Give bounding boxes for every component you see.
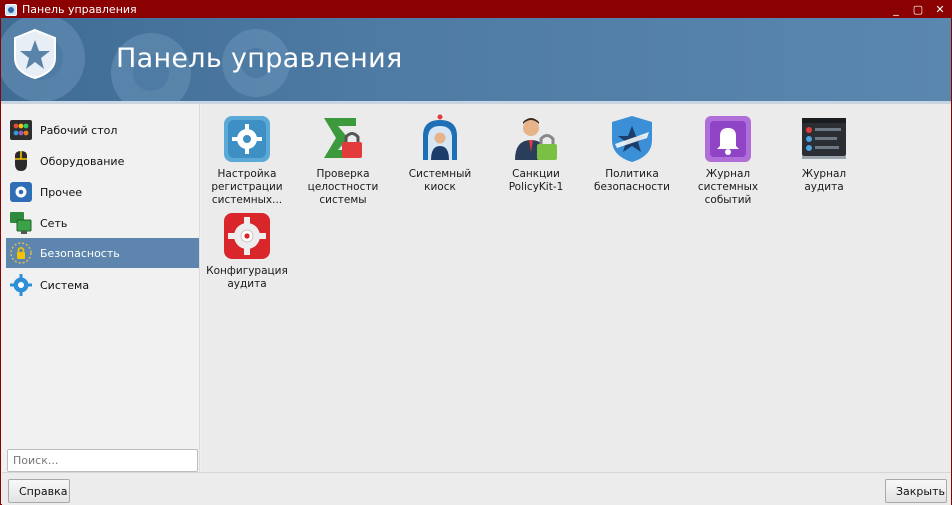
event-registration-gear-icon [224, 116, 270, 162]
maximize-button[interactable]: ▢ [907, 1, 929, 18]
applet-event-registration[interactable]: Настройка регистрации системных... [204, 104, 290, 207]
kiosk-icon [423, 114, 457, 160]
security-policy-shield-icon [612, 116, 652, 162]
applet-label: Журнал аудита [801, 168, 847, 193]
close-button[interactable]: Закрыть [885, 479, 947, 503]
applet-security-policy[interactable]: Политика безопасности [589, 104, 675, 194]
close-window-button[interactable]: ✕ [929, 1, 951, 18]
sidebar-item-label: Безопасность [40, 246, 120, 260]
applet-label: Проверка целостности системы [307, 168, 379, 206]
integrity-check-icon [324, 118, 362, 158]
app-icon [5, 3, 17, 16]
sidebar-item-label: Система [40, 278, 90, 292]
window-title: Панель управления [22, 3, 137, 16]
sidebar-item-desktop[interactable]: Рабочий стол [6, 115, 199, 145]
gear-box-icon [10, 182, 32, 202]
control-panel-window: Панель управления _ ▢ ✕ Панель управлени… [0, 0, 952, 505]
network-icon [10, 212, 32, 234]
applet-label: Политика безопасности [593, 168, 671, 193]
applet-label: Журнал системных событий [697, 168, 759, 206]
policykit-user-lock-icon [515, 118, 557, 160]
applet-system-events-log[interactable]: Журнал системных событий [685, 104, 771, 207]
applet-label: Санкции PolicyKit-1 [508, 168, 564, 193]
bottom-bar: Справка Закрыть [2, 472, 951, 505]
desktop-icon [10, 120, 32, 140]
sidebar-item-security[interactable]: Безопасность [6, 238, 199, 268]
sidebar-item-label: Рабочий стол [40, 123, 118, 137]
security-icon [10, 242, 32, 264]
minimize-button[interactable]: _ [885, 1, 907, 18]
audit-config-gear-icon [224, 213, 270, 259]
sidebar-item-label: Оборудование [40, 154, 125, 168]
sidebar-item-network[interactable]: Сеть [6, 208, 199, 238]
applet-integrity-check[interactable]: Проверка целостности системы [300, 104, 386, 207]
mouse-icon [15, 151, 27, 171]
category-sidebar: Рабочий стол Оборудование Прочее Сеть Бе… [2, 104, 200, 472]
sidebar-item-hardware[interactable]: Оборудование [6, 146, 199, 176]
sidebar-item-label: Сеть [40, 216, 68, 230]
sidebar-item-system[interactable]: Система [6, 270, 199, 300]
star-logo-icon [14, 28, 56, 80]
header-banner: Панель управления [1, 18, 951, 104]
system-gear-icon [10, 274, 32, 296]
help-button[interactable]: Справка [8, 479, 70, 503]
applet-system-kiosk[interactable]: Системный киоск [397, 104, 483, 194]
applet-audit-config[interactable]: Конфигурация аудита [204, 201, 290, 291]
applet-label: Конфигурация аудита [206, 265, 288, 290]
applet-audit-log[interactable]: Журнал аудита [781, 104, 867, 194]
banner-title: Панель управления [116, 43, 403, 74]
audit-log-icon [802, 118, 846, 159]
applets-grid: Настройка регистрации системных... Прове… [201, 104, 951, 472]
system-events-bell-icon [705, 116, 751, 162]
title-bar[interactable]: Панель управления _ ▢ ✕ [1, 1, 951, 18]
search-input[interactable] [7, 449, 198, 472]
applet-policykit[interactable]: Санкции PolicyKit-1 [493, 104, 579, 194]
sidebar-item-other[interactable]: Прочее [6, 177, 199, 207]
applet-label: Системный киоск [408, 168, 472, 193]
sidebar-item-label: Прочее [40, 185, 83, 199]
